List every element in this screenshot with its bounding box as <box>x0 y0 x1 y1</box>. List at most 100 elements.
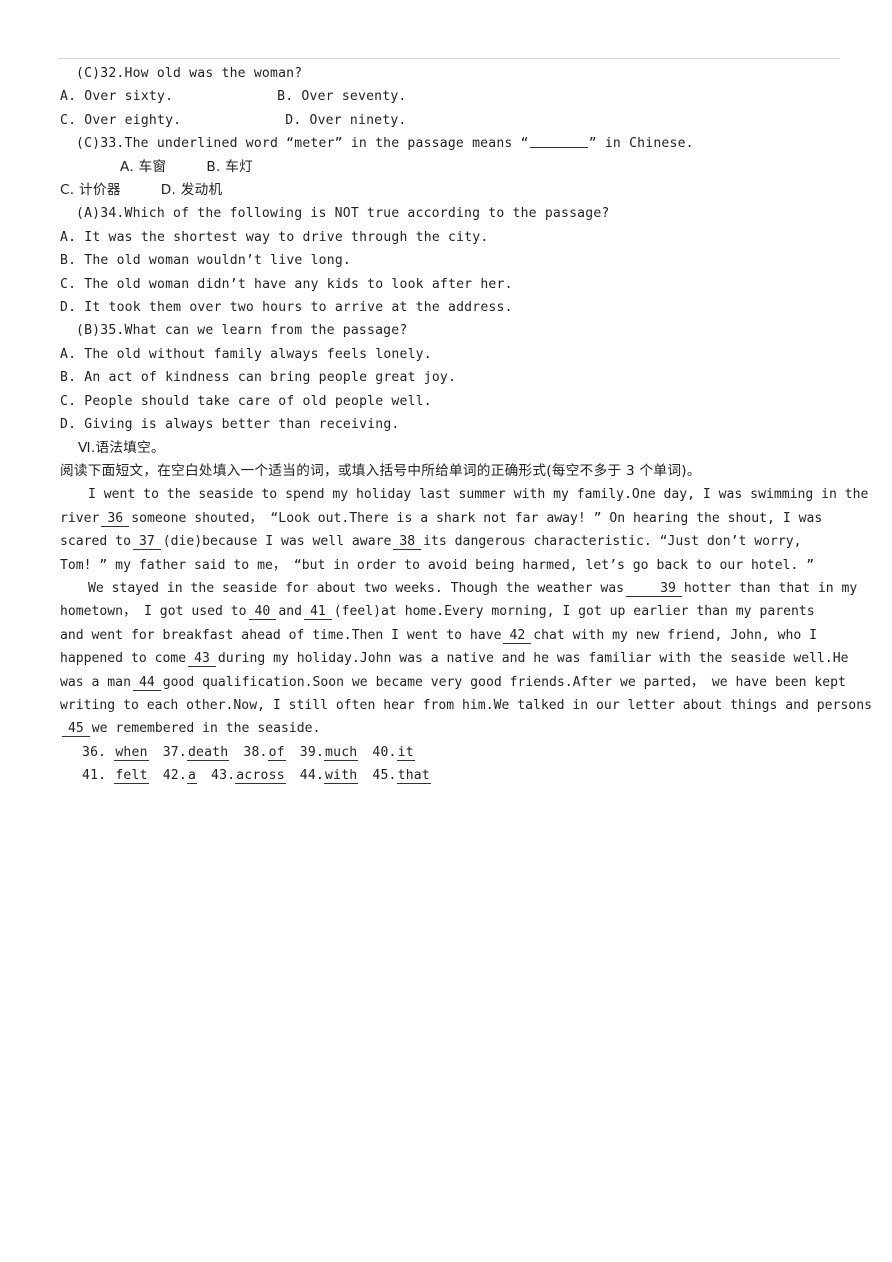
cloze-blank-36[interactable]: 36 <box>101 511 130 527</box>
cloze-line-6: hometown， I got used to 40 and 41 (feel)at h… <box>60 600 866 623</box>
option-row-32-ab: A. Over sixty. B. Over seventy. <box>60 85 866 108</box>
cloze-line-8: happened to come 43 during my holiday.John… <box>60 647 866 670</box>
header-divider-rule <box>58 58 840 59</box>
cloze-text: during my holiday.John was a native and … <box>217 651 849 667</box>
answer-key-item: 43.across <box>211 764 286 787</box>
answer-number: 44. <box>299 768 325 784</box>
cloze-text: was a man <box>60 674 131 690</box>
section-title: 语法填空。 <box>95 439 165 456</box>
answer-key-item: 36. when <box>82 741 149 764</box>
option-32-b: B. Over seventy. <box>277 89 407 105</box>
answer-number: 43. <box>211 768 236 784</box>
cloze-text: We stayed in the seaside for about two w… <box>88 580 625 596</box>
cloze-line-4: Tom! ” my father said to me， “but in ord… <box>60 554 866 577</box>
question-text-33-part2: in the passage means “ <box>342 136 529 152</box>
cloze-text: and went for breakfast ahead of time.The… <box>60 627 502 643</box>
answer-value: across <box>235 768 286 785</box>
option-32-a: A. Over sixty. <box>60 89 174 105</box>
answer-value: a <box>186 768 198 785</box>
answer-number: 36. <box>82 744 107 760</box>
answer-number: 40. <box>372 744 397 760</box>
question-marker-35: (B) <box>76 323 101 339</box>
option-35-b: B. An act of kindness can bring people g… <box>60 370 457 386</box>
option-35-a: A. The old without family always feels l… <box>60 346 432 362</box>
section-instruction: 阅读下面短文，在空白处填入一个适当的词，或填入括号中所给单词的正确形式(每空不多… <box>60 462 701 479</box>
answer-key-item: 41. felt <box>82 764 149 787</box>
answer-value: when <box>114 744 149 761</box>
cloze-blank-43[interactable]: 43 <box>188 651 216 668</box>
answer-key-item: 39.much <box>300 741 359 764</box>
cloze-text: hotter than that in my <box>683 580 858 596</box>
cloze-blank-40[interactable]: 40 <box>248 604 277 621</box>
option-34-a: A. It was the shortest way to drive thro… <box>60 229 489 245</box>
document-content: (C)32.How old was the woman? A. Over six… <box>60 62 872 788</box>
cloze-line-1: I went to the seaside to spend my holida… <box>60 483 868 506</box>
answer-number: 41. <box>82 768 107 784</box>
answer-key-item: 40.it <box>372 741 415 764</box>
cloze-line-11: 45 we remembered in the seaside. <box>60 717 866 740</box>
answer-value: with <box>324 768 359 785</box>
cloze-line-7: and went for breakfast ahead of time.The… <box>60 624 866 647</box>
answer-key-row-2: 41. felt 42.a 43.across 44.with 45.that <box>60 764 866 787</box>
cloze-line-5: We stayed in the seaside for about two w… <box>60 577 866 600</box>
question-stem-33: (C)33.The underlined word “meter” in the… <box>60 132 866 155</box>
document-page: (C)32.How old was the woman? A. Over six… <box>0 0 892 1262</box>
answer-blank-33[interactable] <box>529 135 588 149</box>
underlined-word-meter: “meter” <box>286 136 343 152</box>
question-number-32: 32. <box>100 66 125 81</box>
cloze-text: (feel)at home.Every morning, I got up ea… <box>333 604 815 620</box>
cloze-text: (die)because I was well aware <box>162 534 392 550</box>
cloze-blank-38[interactable]: 38 <box>393 534 422 551</box>
cloze-text: Tom! ” my father said to me， “but in ord… <box>60 557 815 573</box>
cloze-blank-39[interactable]: 39 <box>626 581 682 597</box>
option-33-b: B. 车灯 <box>206 158 254 175</box>
option-35-c: C. People should take care of old people… <box>60 393 432 409</box>
question-text-34: Which of the following is NOT true accor… <box>124 206 610 222</box>
option-row-33-cd: C. 计价器 D. 发动机 <box>60 179 866 202</box>
question-number-34: 34. <box>100 206 125 222</box>
cloze-line-10: writing to each other.Now, I still often… <box>60 694 872 717</box>
cloze-blank-37[interactable]: 37 <box>132 534 161 551</box>
section-heading: Ⅵ.语法填空。 <box>60 437 866 460</box>
question-marker-33: (C) <box>76 136 101 152</box>
answer-value: that <box>396 768 431 785</box>
option-34-d: D. It took them over two hours to arrive… <box>60 300 513 316</box>
cloze-text: we remembered in the seaside. <box>91 721 321 737</box>
option-34-b: B. The old woman wouldn’t live long. <box>60 253 351 269</box>
cloze-blank-42[interactable]: 42 <box>503 628 532 644</box>
answer-number: 39. <box>299 744 325 760</box>
cloze-blank-44[interactable]: 44 <box>132 675 161 691</box>
question-number-33: 33. <box>100 136 125 152</box>
answer-value: death <box>186 744 230 761</box>
answer-key-item: 42.a <box>162 764 198 787</box>
question-stem-35: (B)35.What can we learn from the passage… <box>60 319 866 342</box>
question-stem-34: (A)34.Which of the following is NOT true… <box>60 202 866 225</box>
cloze-blank-45[interactable]: 45 <box>62 721 90 738</box>
answer-number: 37. <box>162 744 187 760</box>
option-35-d: D. Giving is always better than receivin… <box>60 417 400 433</box>
cloze-line-2: river 36 someone shouted， “Look out.There … <box>60 507 866 530</box>
cloze-text: river <box>60 510 100 526</box>
question-marker-34: (A) <box>76 206 101 222</box>
option-33-a: A. 车窗 <box>120 158 167 175</box>
answer-key-item: 45.that <box>372 764 431 787</box>
cloze-text: good qualification.Soon we became very g… <box>162 674 846 690</box>
cloze-line-3: scared to 37 (die)because I was well aware… <box>60 530 866 553</box>
answer-number: 42. <box>162 768 187 784</box>
answer-key-item: 38.of <box>243 741 286 764</box>
answer-number: 45. <box>372 768 397 784</box>
cloze-blank-41[interactable]: 41 <box>303 604 332 621</box>
answer-value: it <box>396 744 415 761</box>
answer-value: felt <box>114 768 149 785</box>
answer-value: of <box>267 744 286 761</box>
cloze-text: its dangerous characteristic. “Just don’… <box>423 534 802 550</box>
option-row-33-ab: A. 车窗 B. 车灯 <box>60 156 866 179</box>
answer-key-item: 44.with <box>300 764 359 787</box>
cloze-line-9: was a man 44 good qualification.Soon we be… <box>60 671 866 694</box>
question-text-35: What can we learn from the passage? <box>124 323 408 339</box>
option-32-c: C. Over eighty. <box>60 112 182 128</box>
cloze-text: happened to come <box>60 651 187 667</box>
answer-key: 36. when 37.death 38.of 39.much 40.it 41. fe… <box>60 741 866 788</box>
cloze-text: someone shouted， “Look out.There is a sh… <box>131 510 823 526</box>
answer-key-item: 37.death <box>163 741 230 764</box>
